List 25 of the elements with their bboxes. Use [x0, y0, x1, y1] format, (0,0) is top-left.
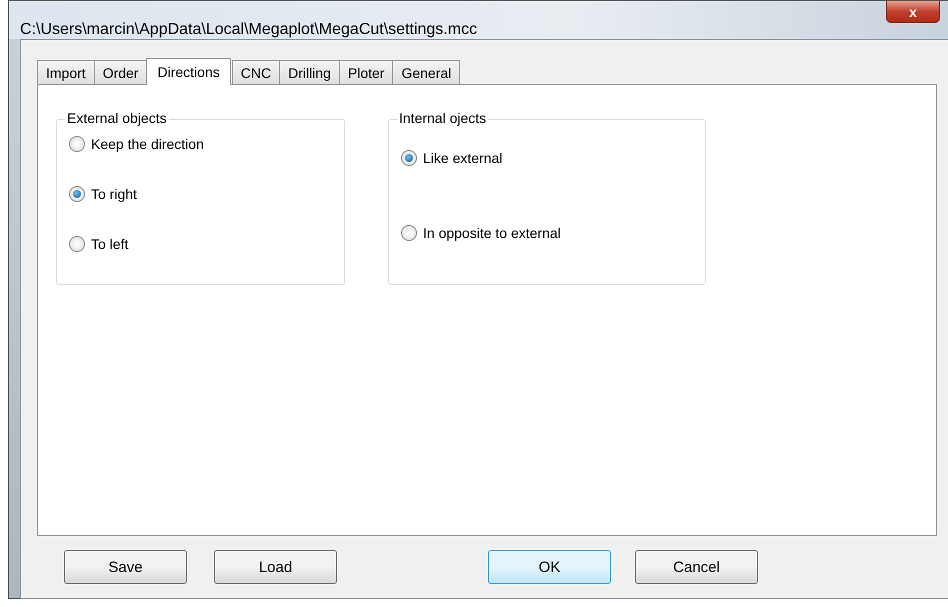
tab[interactable]: Import	[37, 60, 95, 84]
tab[interactable]: Ploter	[338, 60, 394, 84]
radio-button[interactable]	[401, 224, 417, 240]
tab[interactable]: CNC	[232, 60, 280, 84]
group-title: External objects	[65, 110, 169, 126]
radio-button[interactable]	[69, 236, 85, 252]
radio-label[interactable]: Keep the direction	[91, 136, 204, 152]
radio-button[interactable]	[69, 186, 85, 202]
tab[interactable]: General	[392, 60, 460, 84]
radio-label[interactable]: Like external	[423, 150, 502, 166]
radio-button[interactable]	[401, 150, 417, 166]
radio-button[interactable]	[69, 136, 85, 152]
tab[interactable]: Drilling	[279, 60, 340, 84]
radio-label[interactable]: In opposite to external	[423, 224, 561, 240]
dialog-button[interactable]: Load	[214, 550, 337, 584]
dialog-button[interactable]: Cancel	[635, 550, 758, 584]
radio-label[interactable]: To right	[91, 186, 137, 202]
group-title: Internal ojects	[397, 110, 488, 126]
tab[interactable]: Order	[94, 60, 148, 84]
tab[interactable]: Directions	[146, 58, 231, 85]
close-button[interactable]: x	[886, 1, 940, 23]
dialog-button[interactable]: Save	[64, 550, 187, 584]
radio-label[interactable]: To left	[91, 236, 128, 252]
window-title: C:\Users\marcin\AppData\Local\Megaplot\MegaCut\settings.mcc	[20, 21, 478, 39]
default-button[interactable]: OK	[488, 550, 611, 584]
